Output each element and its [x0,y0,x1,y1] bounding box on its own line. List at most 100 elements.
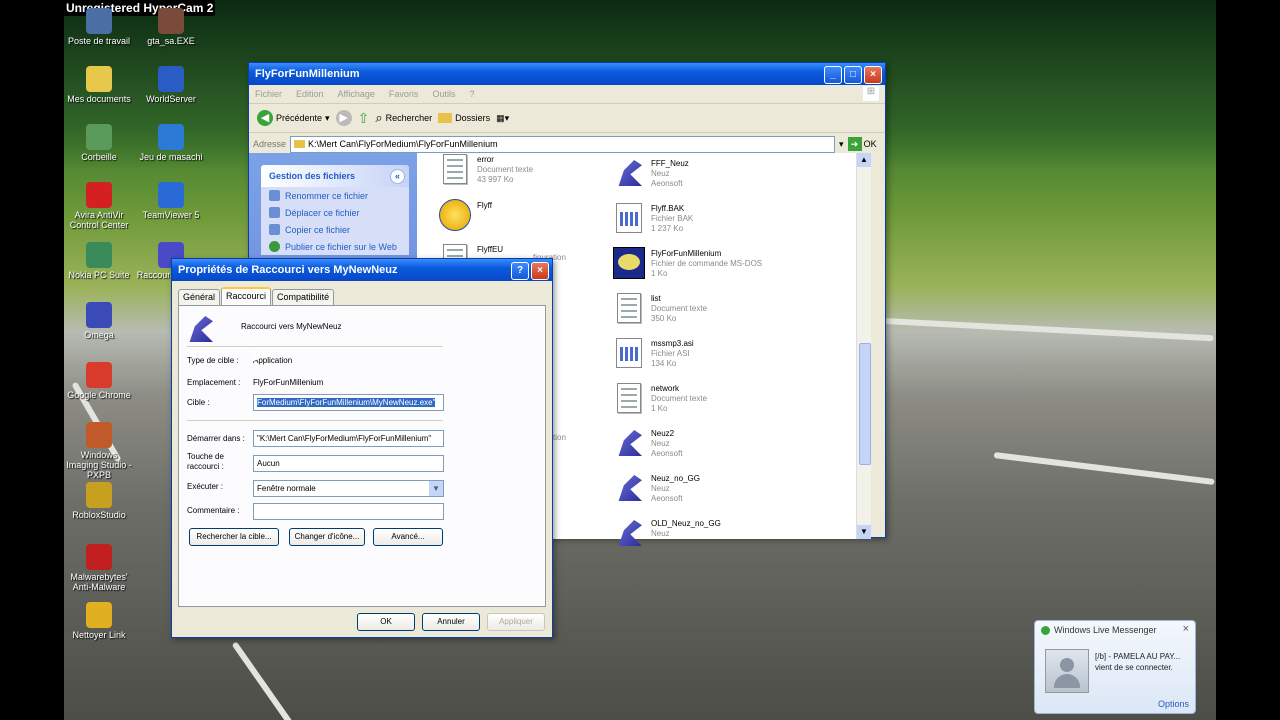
ok-button[interactable]: OK [357,613,415,631]
file-item[interactable]: mssmp3.asi Fichier ASI 134 Ko [613,337,694,369]
desktop-icon[interactable]: Jeu de masachi [136,124,206,162]
road-line [993,452,1215,486]
run-select[interactable]: Fenêtre normale ▼ [253,480,444,497]
cancel-button[interactable]: Annuler [422,613,480,631]
desktop-icon[interactable]: TeamViewer 5 [136,182,206,220]
menu-fichier[interactable]: Fichier [255,89,282,99]
desktop-icon[interactable]: Corbeille [64,124,134,162]
close-icon[interactable]: × [1183,623,1189,635]
desktop-icon-label: Omega [84,330,114,340]
tab-shortcut[interactable]: Raccourci [221,287,272,305]
advanced-button[interactable]: Avancé... [373,528,443,546]
desktop-icon[interactable]: Google Chrome [64,362,134,400]
neuz-icon [613,427,645,459]
desktop-icon[interactable]: Malwarebytes' Anti-Malware [64,544,134,592]
desktop-icon[interactable]: Windows Imaging Studio - PXPB [64,422,134,480]
task-copy[interactable]: Copier ce fichier [261,221,409,238]
file-size: 43 997 Ko [477,175,514,184]
desktop-icon-label: Corbeille [81,152,117,162]
chevron-down-icon[interactable]: ▾ [325,113,330,124]
options-link[interactable]: Options [1158,699,1189,709]
target-input[interactable]: ForMedium\FlyForFunMillenium\MyNewNeuz.e… [253,394,444,411]
desktop-icon[interactable]: Nettoyer Link [64,602,134,640]
address-dropdown-icon[interactable]: ▾ [839,139,844,150]
menu-affichage[interactable]: Affichage [338,89,375,99]
file-name: Neuz2 [651,429,675,438]
run-value: Fenêtre normale [257,484,316,493]
maximize-button[interactable]: □ [844,66,862,84]
start-in-input[interactable]: "K:\Mert Can\FlyForMedium\FlyForFunMille… [253,430,444,447]
dialog-close-button[interactable]: × [531,262,549,280]
address-input[interactable]: K:\Mert Can\FlyForMedium\FlyForFunMillen… [290,135,836,153]
asi-file-icon [613,337,645,369]
menu-help[interactable]: ? [469,89,474,99]
globe-icon [269,241,280,252]
task-label: Copier ce fichier [285,224,351,235]
desktop-icon[interactable]: Mes documents [64,66,134,104]
file-item[interactable]: Flyff.BAK Fichier BAK 1 237 Ko [613,202,693,234]
chevron-down-icon[interactable]: ▼ [429,481,443,496]
find-target-button[interactable]: Rechercher la cible... [189,528,279,546]
minimize-button[interactable]: _ [824,66,842,84]
task-publish[interactable]: Publier ce fichier sur le Web [261,238,409,255]
change-icon-button[interactable]: Changer d'icône... [289,528,365,546]
desktop-icon[interactable]: Avira AntiVir Control Center [64,182,134,230]
collapse-chevron-icon[interactable]: « [390,169,405,184]
task-rename[interactable]: Renommer ce fichier [261,187,409,204]
desktop-icon[interactable]: Nokia PC Suite [64,242,134,280]
messenger-notification[interactable]: Windows Live Messenger × [/b] - PAMELA A… [1034,620,1196,714]
desktop-icon[interactable]: gta_sa.EXE [136,8,206,46]
messenger-message[interactable]: [/b] - PAMELA AU PAY... vient de se conn… [1095,651,1191,673]
file-item[interactable]: error Document texte 43 997 Ko [439,153,533,185]
messenger-icon [1041,625,1050,635]
comment-input[interactable] [253,503,444,520]
dialog-titlebar[interactable]: Propriétés de Raccourci vers MyNewNeuz ?… [172,259,552,281]
file-item[interactable]: FlyForFunMillenium Fichier de commande MS… [613,247,762,279]
file-type: Document texte [651,304,708,313]
file-item[interactable]: Flyff [439,199,492,231]
desktop-icon[interactable]: Omega [64,302,134,340]
menu-outils[interactable]: Outils [432,89,455,99]
file-item[interactable]: Neuz_no_GG Neuz Aeonsoft [613,472,700,504]
scroll-down-icon[interactable]: ▼ [857,525,871,539]
scroll-thumb[interactable] [859,343,871,465]
file-tasks-header[interactable]: Gestion des fichiers « [261,165,409,187]
file-item[interactable]: network Document texte 1 Ko [613,382,707,414]
views-button[interactable]: ▦▾ [496,113,509,124]
menu-edition[interactable]: Edition [296,89,324,99]
my-computer-icon [86,8,112,34]
desktop-icon[interactable]: WorldServer [136,66,206,104]
file-item[interactable]: FFF_Neuz Neuz Aeonsoft [613,157,689,189]
go-button[interactable]: ➜ OK [847,137,877,151]
properties-dialog[interactable]: Propriétés de Raccourci vers MyNewNeuz ?… [171,258,553,638]
back-button[interactable]: ◀ Précédente ▾ [257,110,330,126]
desktop-icon-label: TeamViewer 5 [142,210,200,220]
vertical-scrollbar[interactable]: ▲ ▼ [856,153,871,539]
gta-icon [158,8,184,34]
recycle-bin-icon [86,124,112,150]
search-button[interactable]: ⌕ Rechercher [375,110,432,126]
task-move[interactable]: Déplacer ce fichier [261,204,409,221]
folders-button[interactable]: Dossiers [438,113,490,123]
explorer-titlebar[interactable]: FlyForFunMillenium _ □ × [249,63,885,85]
help-button[interactable]: ? [511,262,529,280]
desktop-icon[interactable]: Poste de travail [64,8,134,46]
road-line [883,318,1214,342]
shortcut-key-input[interactable]: Aucun [253,455,444,472]
address-value: K:\Mert Can\FlyForMedium\FlyForFunMillen… [308,139,498,149]
up-folder-button[interactable]: ⇧ [358,110,370,127]
neuz-icon [613,517,645,549]
menu-favoris[interactable]: Favoris [389,89,419,99]
folder-icon [294,140,306,148]
file-item[interactable]: OLD_Neuz_no_GG Neuz [613,517,721,549]
forward-button[interactable]: ▶ [335,110,352,126]
file-item[interactable]: list Document texte 350 Ko [613,292,707,324]
desktop-icon[interactable]: RobloxStudio [64,482,134,520]
close-button[interactable]: × [864,66,882,84]
scroll-up-icon[interactable]: ▲ [857,153,871,167]
back-label: Précédente [276,113,323,123]
address-bar: Adresse K:\Mert Can\FlyForMedium\FlyForF… [249,133,885,155]
start-in-value: "K:\Mert Can\FlyForMedium\FlyForFunMille… [257,434,432,443]
file-item[interactable]: Neuz2 Neuz Aeonsoft [613,427,683,459]
apply-button[interactable]: Appliquer [487,613,545,631]
